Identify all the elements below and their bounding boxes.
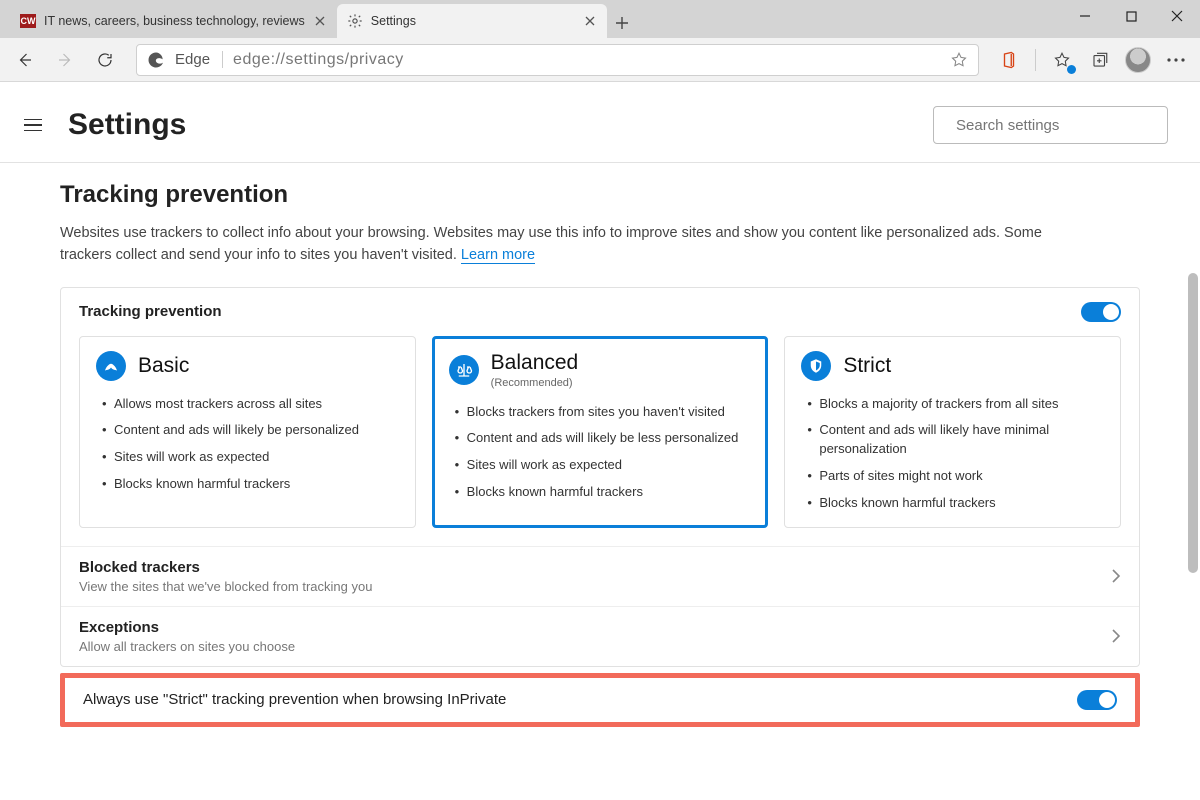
reload-button[interactable]: [88, 43, 122, 77]
edge-logo-icon: [147, 51, 165, 69]
level-bullets: Blocks a majority of trackers from all s…: [801, 391, 1104, 517]
shield-icon: [801, 351, 831, 381]
tab-settings[interactable]: Settings: [337, 4, 607, 38]
chevron-right-icon: [1111, 568, 1121, 584]
level-title: Basic: [138, 354, 189, 378]
bullet: Content and ads will likely be personali…: [102, 417, 399, 444]
url-text: edge://settings/privacy: [233, 51, 940, 69]
settings-menu-button[interactable]: [24, 113, 48, 137]
cw-favicon-icon: CW: [20, 13, 36, 29]
maximize-button[interactable]: [1108, 0, 1154, 32]
inprivate-strict-toggle[interactable]: [1077, 690, 1117, 710]
close-icon[interactable]: [583, 14, 597, 28]
new-tab-button[interactable]: [607, 8, 637, 38]
bullet: Content and ads will likely have minimal…: [807, 417, 1104, 463]
section-heading: Tracking prevention: [60, 181, 1140, 209]
tracking-prevention-card: Tracking prevention Basic Allows: [60, 287, 1140, 667]
level-balanced[interactable]: Balanced (Recommended) Blocks trackers f…: [432, 336, 769, 528]
description-text: Websites use trackers to collect info ab…: [60, 225, 1042, 263]
row-title: Exceptions: [79, 619, 295, 636]
level-strict[interactable]: Strict Blocks a majority of trackers fro…: [784, 336, 1121, 528]
bullet: Blocks known harmful trackers: [455, 479, 752, 506]
browser-window: CW IT news, careers, business technology…: [0, 0, 1200, 800]
titlebar: CW IT news, careers, business technology…: [0, 0, 1200, 38]
content-area: Settings Tracking prevention Websites us…: [0, 82, 1200, 800]
chevron-right-icon: [1111, 628, 1121, 644]
tab-title: Settings: [371, 14, 575, 28]
level-bullets: Allows most trackers across all sites Co…: [96, 391, 399, 498]
balance-scale-icon: [449, 355, 479, 385]
inprivate-strict-row[interactable]: Always use "Strict" tracking prevention …: [60, 673, 1140, 727]
bullet: Blocks known harmful trackers: [102, 471, 399, 498]
page-title: Settings: [68, 108, 186, 142]
forward-button[interactable]: [48, 43, 82, 77]
favorite-star-icon[interactable]: [950, 51, 968, 69]
row-title: Always use "Strict" tracking prevention …: [83, 691, 506, 708]
site-identity-label: Edge: [175, 51, 223, 68]
close-window-button[interactable]: [1154, 0, 1200, 32]
section-description: Websites use trackers to collect info ab…: [60, 223, 1080, 267]
tab-strip: CW IT news, careers, business technology…: [0, 0, 637, 38]
settings-search-input[interactable]: [956, 117, 1155, 134]
more-menu-button[interactable]: [1160, 44, 1192, 76]
tab-it-news[interactable]: CW IT news, careers, business technology…: [10, 4, 337, 38]
row-sub: Allow all trackers on sites you choose: [79, 639, 295, 654]
avatar-icon: [1125, 47, 1151, 73]
blocked-trackers-row[interactable]: Blocked trackers View the sites that we'…: [61, 546, 1139, 606]
office-icon[interactable]: [993, 44, 1025, 76]
bullet: Blocks a majority of trackers from all s…: [807, 391, 1104, 418]
collections-icon[interactable]: [1084, 44, 1116, 76]
card-title: Tracking prevention: [79, 303, 222, 320]
bullet: Allows most trackers across all sites: [102, 391, 399, 418]
learn-more-link[interactable]: Learn more: [461, 247, 535, 264]
bullet: Blocks trackers from sites you haven't v…: [455, 399, 752, 426]
bullet: Sites will work as expected: [455, 452, 752, 479]
notification-badge-icon: [1067, 65, 1076, 74]
tab-title: IT news, careers, business technology, r…: [44, 14, 305, 28]
settings-header-bar: Settings: [0, 82, 1200, 162]
card-header: Tracking prevention: [61, 288, 1139, 332]
scrollbar-thumb[interactable]: [1188, 273, 1198, 573]
gear-icon: [347, 13, 363, 29]
basic-icon: [96, 351, 126, 381]
row-sub: View the sites that we've blocked from t…: [79, 579, 372, 594]
toolbar-actions: [993, 44, 1192, 76]
window-controls: [1062, 0, 1200, 38]
tracking-levels: Basic Allows most trackers across all si…: [61, 332, 1139, 546]
address-bar[interactable]: Edge edge://settings/privacy: [136, 44, 979, 76]
settings-search[interactable]: [933, 106, 1168, 144]
exceptions-row[interactable]: Exceptions Allow all trackers on sites y…: [61, 606, 1139, 666]
back-button[interactable]: [8, 43, 42, 77]
level-subtitle: (Recommended): [491, 377, 579, 389]
divider: [1035, 49, 1036, 71]
level-basic[interactable]: Basic Allows most trackers across all si…: [79, 336, 416, 528]
browser-toolbar: Edge edge://settings/privacy: [0, 38, 1200, 82]
close-icon[interactable]: [313, 14, 327, 28]
minimize-button[interactable]: [1062, 0, 1108, 32]
bullet: Parts of sites might not work: [807, 463, 1104, 490]
profile-avatar[interactable]: [1122, 44, 1154, 76]
bullet: Content and ads will likely be less pers…: [455, 425, 752, 452]
row-title: Blocked trackers: [79, 559, 372, 576]
level-title: Strict: [843, 354, 891, 378]
tracking-prevention-toggle[interactable]: [1081, 302, 1121, 322]
level-bullets: Blocks trackers from sites you haven't v…: [449, 399, 752, 506]
level-title: Balanced: [491, 351, 579, 375]
bullet: Blocks known harmful trackers: [807, 490, 1104, 517]
bullet: Sites will work as expected: [102, 444, 399, 471]
settings-page: Tracking prevention Websites use tracker…: [0, 163, 1200, 800]
favorites-icon[interactable]: [1046, 44, 1078, 76]
